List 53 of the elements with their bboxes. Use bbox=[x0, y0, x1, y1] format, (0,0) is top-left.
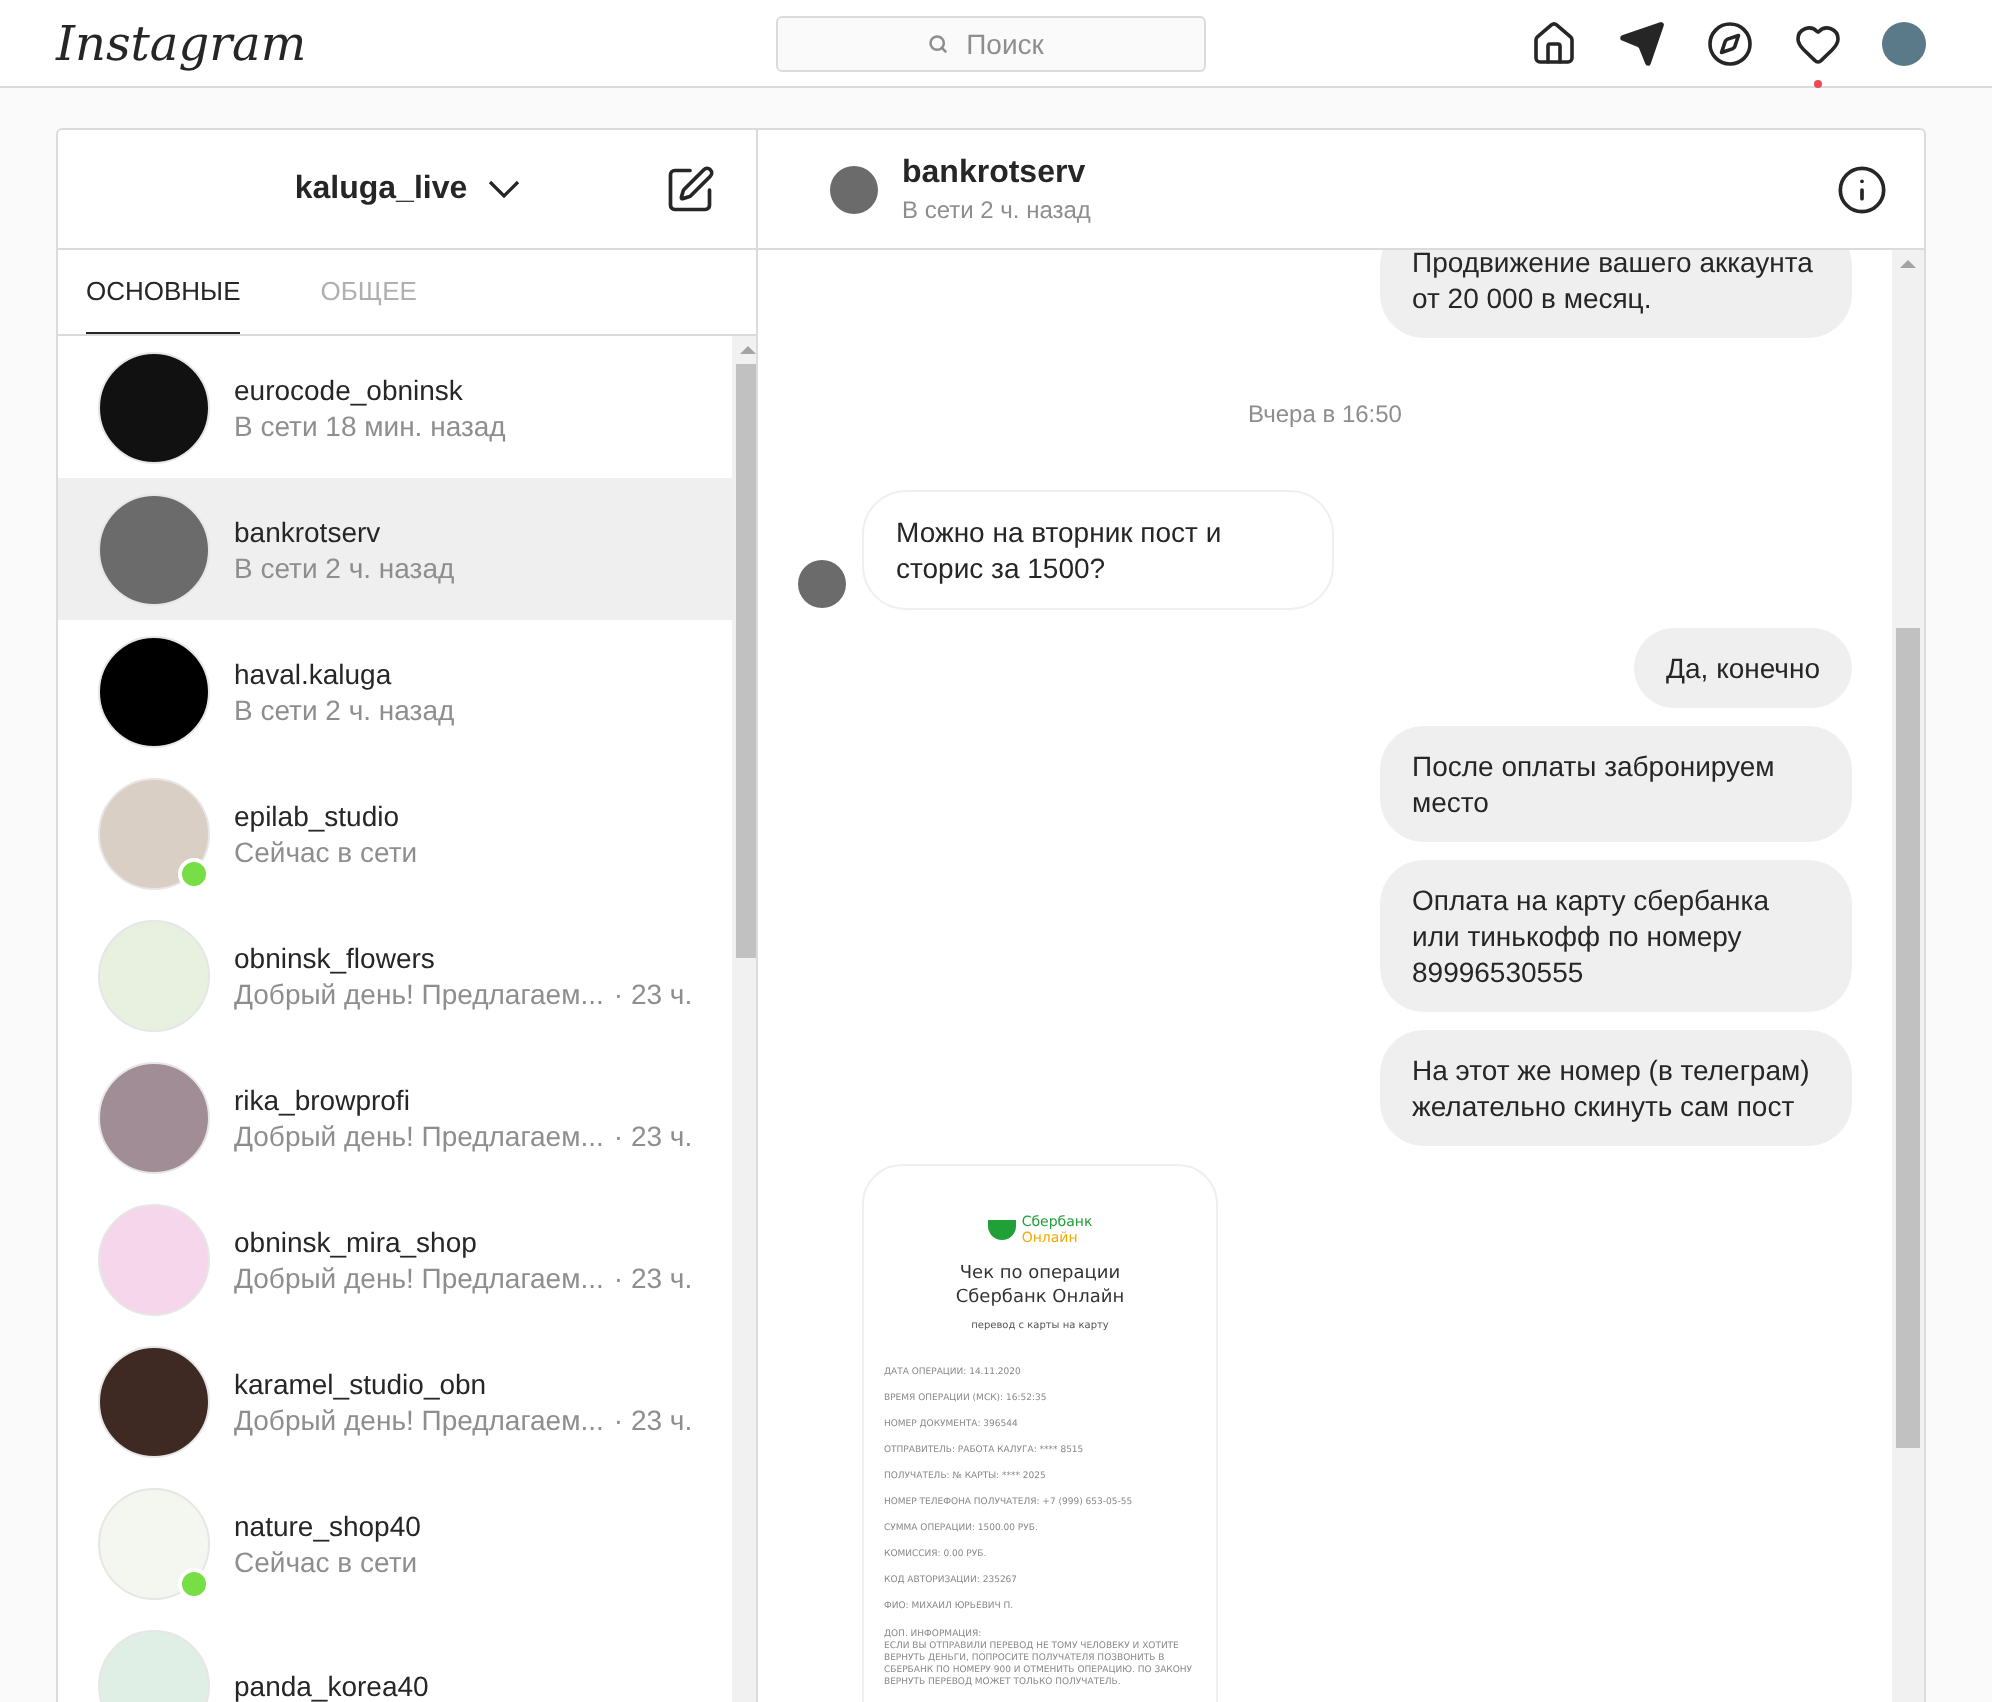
chevron-down-icon bbox=[487, 180, 520, 198]
inbox-tab[interactable]: ОСНОВНЫЕ bbox=[86, 250, 241, 334]
scrollbar-thumb[interactable] bbox=[1896, 628, 1920, 1448]
chat-status: В сети 2 ч. назад bbox=[902, 193, 1091, 225]
conversation-status: Добрый день! Предлагаем... bbox=[234, 975, 604, 1011]
conversation-name: nature_shop40 bbox=[234, 1507, 421, 1543]
receipt-title: Сбербанк Онлайн bbox=[955, 1286, 1125, 1310]
conversation-name: obninsk_flowers bbox=[234, 939, 437, 975]
account-switcher[interactable]: kaluga_live bbox=[294, 165, 520, 213]
conversation-name: eurocode_obninsk bbox=[234, 371, 465, 407]
search-field[interactable]: Поиск bbox=[776, 15, 1206, 71]
paper-plane-icon[interactable] bbox=[1618, 19, 1666, 67]
scrollbar[interactable] bbox=[1892, 250, 1924, 1702]
conversation-item[interactable]: bankrotserv В сети 2 ч. назад bbox=[58, 478, 733, 620]
message-bubble: Да, конечно bbox=[1634, 628, 1852, 708]
chat-username[interactable]: bankrotserv bbox=[902, 153, 1091, 193]
message-timestamp: Вчера в 16:50 bbox=[1248, 398, 1402, 432]
conversation-status: Сейчас в сети bbox=[234, 833, 418, 869]
message-bubble: Можно на вторник пост и сторис за 1500? bbox=[862, 490, 1334, 610]
conversation-time: · 23 ч. bbox=[613, 1401, 693, 1437]
scrollbar-thumb[interactable] bbox=[736, 364, 756, 958]
receipt-title: Чек по операции bbox=[959, 1262, 1121, 1286]
conversation-name: obninsk_mira_shop bbox=[234, 1223, 479, 1259]
conversation-name: epilab_studio bbox=[234, 797, 402, 833]
conversation-status: В сети 18 мин. назад bbox=[234, 407, 506, 443]
message-bubble: Оплата на карту сбербанка или тинькофф по номеру 89996530555 bbox=[1380, 860, 1852, 1012]
conversation-name: panda_korea40 bbox=[234, 1667, 429, 1702]
scrollbar[interactable] bbox=[732, 336, 756, 1702]
chat-avatar[interactable] bbox=[830, 165, 878, 213]
new-message-icon[interactable] bbox=[664, 163, 716, 215]
conversation-name: bankrotserv bbox=[234, 513, 383, 549]
conversation-status: Добрый день! Предлагаем... bbox=[234, 1117, 604, 1153]
bank-logo-icon bbox=[987, 1220, 1016, 1240]
instagram-logo[interactable]: Instagram bbox=[56, 15, 776, 71]
message-bubble: Продвижение вашего аккаунта от 20 000 в месяц. bbox=[1380, 250, 1852, 338]
profile-avatar[interactable] bbox=[1882, 21, 1926, 65]
conversation-name: haval.kaluga bbox=[234, 655, 394, 691]
conversation-status: Добрый день! Предлагаем... bbox=[234, 1401, 604, 1437]
conversation-status: В сети 2 ч. назад bbox=[234, 691, 455, 727]
conversation-status: Сейчас в сети bbox=[234, 1543, 418, 1579]
message-bubble: На этот же номер (в телеграм) желательно скинуть сам пост bbox=[1380, 1030, 1852, 1146]
conversation-name: rika_browprofi bbox=[234, 1081, 412, 1117]
conversation-time: · 23 ч. bbox=[613, 1117, 693, 1153]
conversation-name: karamel_studio_obn bbox=[234, 1365, 489, 1401]
info-icon[interactable] bbox=[1836, 163, 1888, 215]
home-icon[interactable] bbox=[1530, 19, 1578, 67]
message-bubble: После оплаты забронируем место bbox=[1380, 726, 1852, 842]
conversation-time: · 23 ч. bbox=[613, 1259, 693, 1295]
conversation-status: В сети 2 ч. назад bbox=[234, 549, 455, 585]
conversation-status: Добрый день! Предлагаем... bbox=[234, 1259, 604, 1295]
conversation-time: · 23 ч. bbox=[613, 975, 693, 1011]
search-icon bbox=[928, 33, 948, 53]
compass-icon[interactable] bbox=[1706, 19, 1754, 67]
